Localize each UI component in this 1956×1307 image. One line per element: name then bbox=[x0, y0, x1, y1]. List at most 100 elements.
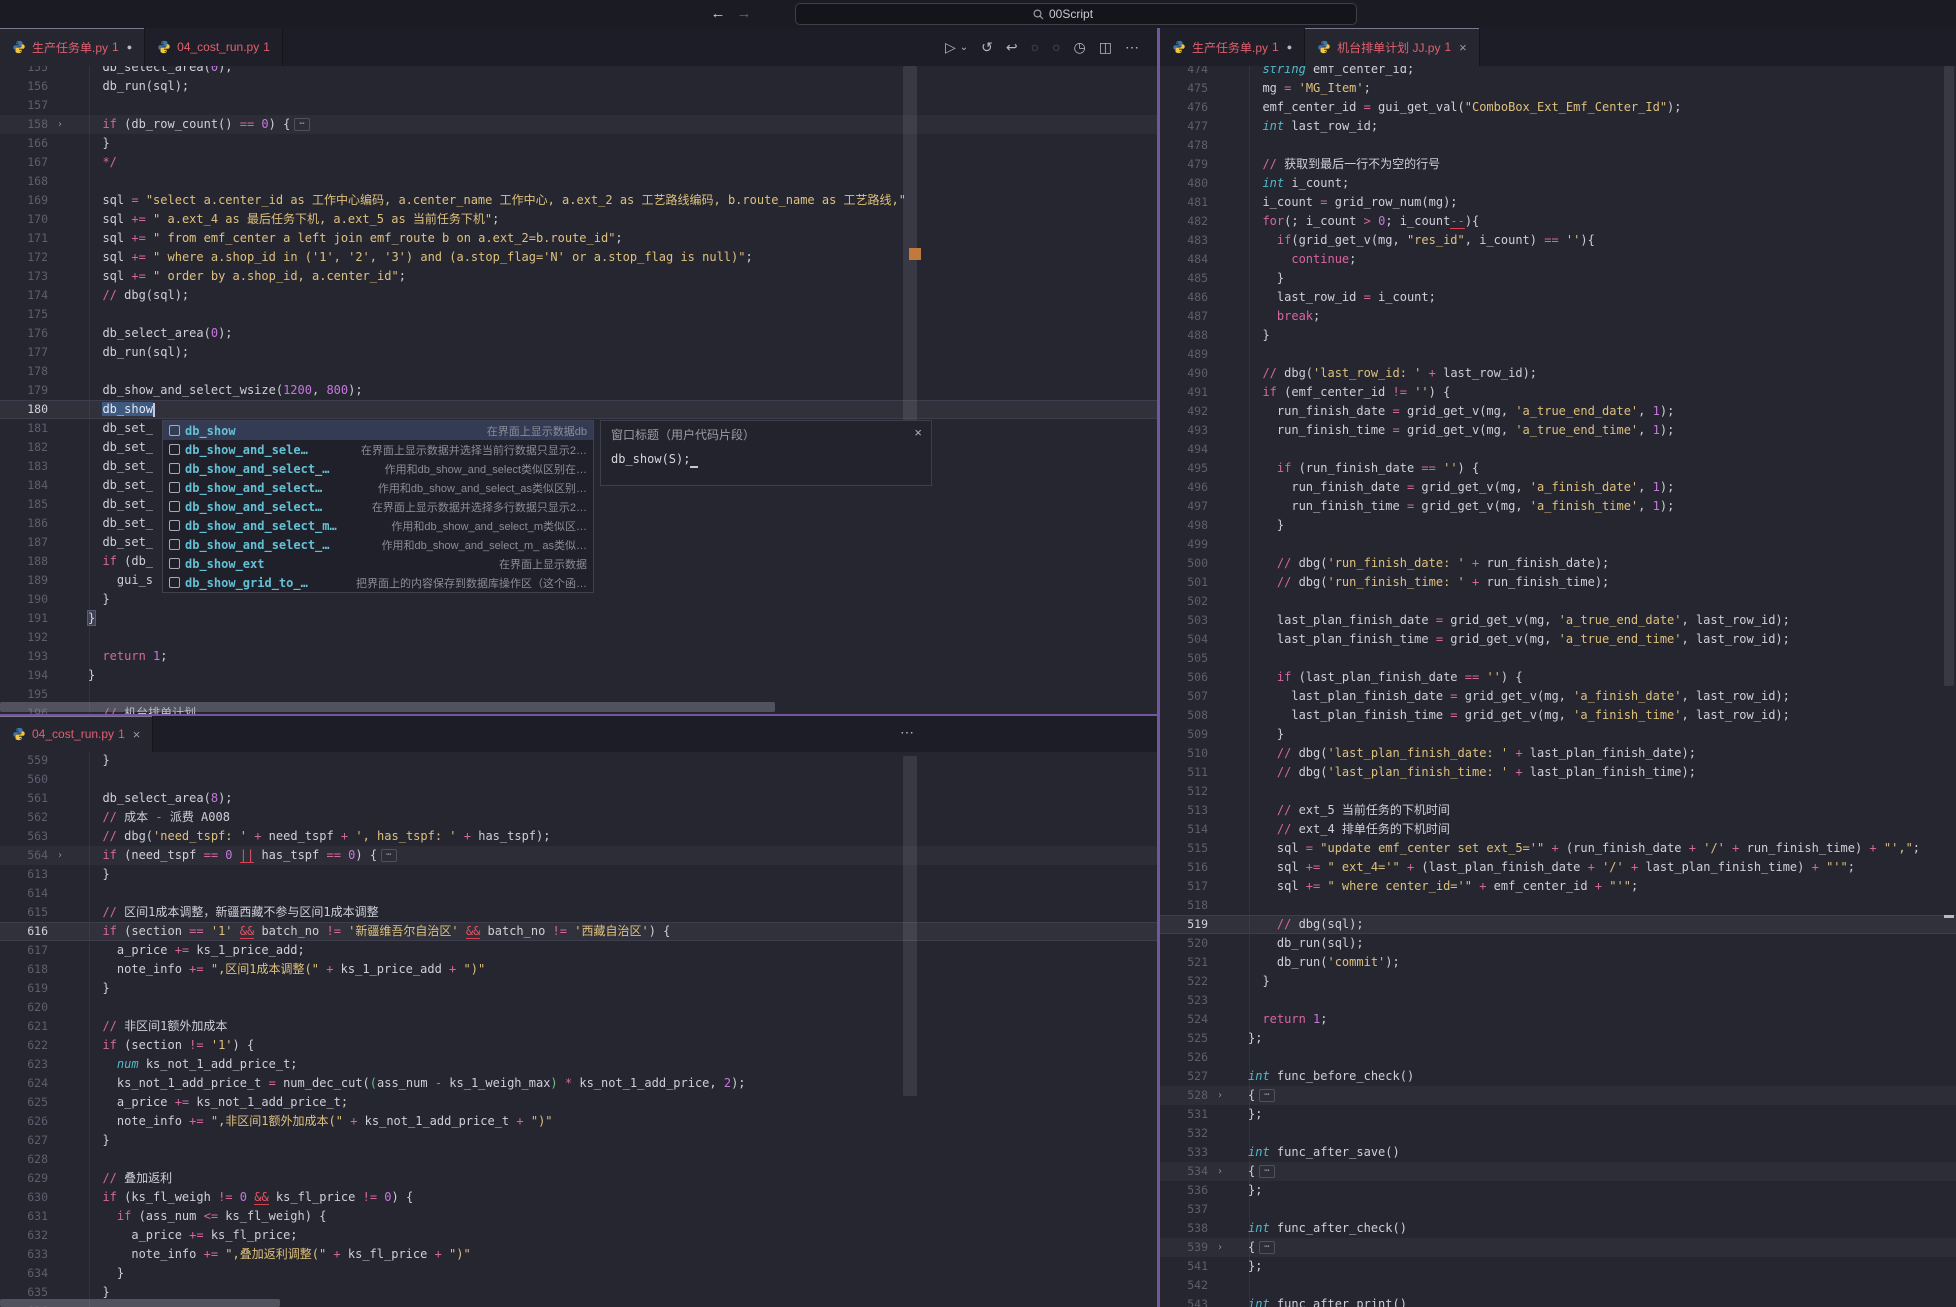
code-line-509[interactable]: 509 } bbox=[1160, 725, 1956, 744]
line-number[interactable]: 497 bbox=[1160, 497, 1208, 516]
line-number[interactable]: 528 bbox=[1160, 1086, 1208, 1105]
folded-code-icon[interactable]: ⋯ bbox=[381, 849, 396, 862]
line-number[interactable]: 505 bbox=[1160, 649, 1208, 668]
code-line-625[interactable]: 625 a_price += ks_not_1_add_price_t; bbox=[0, 1093, 1157, 1112]
code-line-511[interactable]: 511 // dbg('last_plan_finish_time: ' + l… bbox=[1160, 763, 1956, 782]
close-icon[interactable]: × bbox=[1459, 40, 1467, 55]
line-number[interactable]: 486 bbox=[1160, 288, 1208, 307]
code-line-513[interactable]: 513 // ext_5 当前任务的下机时间 bbox=[1160, 801, 1956, 820]
code-line-520[interactable]: 520 db_run(sql); bbox=[1160, 934, 1956, 953]
code-line-484[interactable]: 484 continue; bbox=[1160, 250, 1956, 269]
close-icon[interactable]: × bbox=[914, 425, 922, 440]
editor-left-bottom[interactable]: 559 }560561 db_select_area(8);562 // 成本 … bbox=[0, 752, 1157, 1307]
line-number[interactable]: 483 bbox=[1160, 231, 1208, 250]
code-line-626[interactable]: 626 note_info += ",非区间1额外加成本(" + ks_not_… bbox=[0, 1112, 1157, 1131]
line-number[interactable]: 509 bbox=[1160, 725, 1208, 744]
code-line-525[interactable]: 525}; bbox=[1160, 1029, 1956, 1048]
suggestion-item-db_show_ext[interactable]: db_show_ext在界面上显示数据 bbox=[163, 554, 593, 573]
code-line-194[interactable]: 194} bbox=[0, 666, 1157, 685]
code-line-523[interactable]: 523 bbox=[1160, 991, 1956, 1010]
line-number[interactable]: 479 bbox=[1160, 155, 1208, 174]
line-number[interactable]: 481 bbox=[1160, 193, 1208, 212]
line-number[interactable]: 518 bbox=[1160, 896, 1208, 915]
code-line-492[interactable]: 492 run_finish_date = grid_get_v(mg, 'a_… bbox=[1160, 402, 1956, 421]
line-number[interactable]: 484 bbox=[1160, 250, 1208, 269]
code-line-506[interactable]: 506 if (last_plan_finish_date == '') { bbox=[1160, 668, 1956, 687]
line-number[interactable]: 507 bbox=[1160, 687, 1208, 706]
suggestion-item-db_show_and_select[interactable]: db_show_and_select…在界面上显示数据并选择多行数据只显示2… bbox=[163, 497, 593, 516]
code-line-487[interactable]: 487 break; bbox=[1160, 307, 1956, 326]
split-editor-icon[interactable]: ◫ bbox=[1099, 39, 1112, 56]
nav-forward-arrow[interactable]: → bbox=[731, 0, 757, 28]
code-line-519[interactable]: 519 // dbg(sql); bbox=[1160, 915, 1956, 934]
code-line-172[interactable]: 172 sql += " where a.shop_id in ('1', '2… bbox=[0, 248, 1157, 267]
line-number[interactable]: 478 bbox=[1160, 136, 1208, 155]
line-number[interactable]: 536 bbox=[1160, 1181, 1208, 1200]
line-number[interactable]: 538 bbox=[1160, 1219, 1208, 1238]
line-number[interactable]: 616 bbox=[0, 922, 48, 941]
line-number[interactable]: 617 bbox=[0, 941, 48, 960]
code-line-538[interactable]: 538int func_after_check() bbox=[1160, 1219, 1956, 1238]
code-line-631[interactable]: 631 if (ass_num <= ks_fl_weigh) { bbox=[0, 1207, 1157, 1226]
code-line-496[interactable]: 496 run_finish_date = grid_get_v(mg, 'a_… bbox=[1160, 478, 1956, 497]
code-line-528[interactable]: 528›{⋯ bbox=[1160, 1086, 1956, 1105]
line-number[interactable]: 499 bbox=[1160, 535, 1208, 554]
tab-04_cost_run.py[interactable]: 04_cost_run.py1 bbox=[145, 28, 283, 66]
line-number[interactable]: 182 bbox=[0, 438, 48, 457]
line-number[interactable]: 491 bbox=[1160, 383, 1208, 402]
code-line-563[interactable]: 563 // dbg('need_tspf: ' + need_tspf + '… bbox=[0, 827, 1157, 846]
tab-机台排单计划 JJ.py[interactable]: 机台排单计划 JJ.py1× bbox=[1305, 28, 1480, 66]
code-line-479[interactable]: 479 // 获取到最后一行不为空的行号 bbox=[1160, 155, 1956, 174]
line-number[interactable]: 512 bbox=[1160, 782, 1208, 801]
line-number[interactable]: 494 bbox=[1160, 440, 1208, 459]
line-number[interactable]: 506 bbox=[1160, 668, 1208, 687]
line-number[interactable]: 178 bbox=[0, 362, 48, 381]
line-number[interactable]: 174 bbox=[0, 286, 48, 305]
line-number[interactable]: 485 bbox=[1160, 269, 1208, 288]
line-number[interactable]: 631 bbox=[0, 1207, 48, 1226]
code-line-491[interactable]: 491 if (emf_center_id != '') { bbox=[1160, 383, 1956, 402]
folded-code-icon[interactable]: ⋯ bbox=[1259, 1241, 1274, 1254]
nav-back-arrow[interactable]: ← bbox=[705, 0, 731, 28]
fold-chevron-icon[interactable]: › bbox=[1208, 1086, 1232, 1105]
line-number[interactable]: 543 bbox=[1160, 1295, 1208, 1307]
code-line-493[interactable]: 493 run_finish_time = grid_get_v(mg, 'a_… bbox=[1160, 421, 1956, 440]
code-line-539[interactable]: 539›{⋯ bbox=[1160, 1238, 1956, 1257]
code-line-485[interactable]: 485 } bbox=[1160, 269, 1956, 288]
code-line-490[interactable]: 490 // dbg('last_row_id: ' + last_row_id… bbox=[1160, 364, 1956, 383]
fold-chevron-icon[interactable]: › bbox=[48, 846, 72, 865]
line-number[interactable]: 510 bbox=[1160, 744, 1208, 763]
code-line-505[interactable]: 505 bbox=[1160, 649, 1956, 668]
code-line-168[interactable]: 168 bbox=[0, 172, 1157, 191]
line-number[interactable]: 187 bbox=[0, 533, 48, 552]
line-number[interactable]: 524 bbox=[1160, 1010, 1208, 1029]
folded-code-icon[interactable]: ⋯ bbox=[1259, 1165, 1274, 1178]
line-number[interactable]: 156 bbox=[0, 77, 48, 96]
code-line-500[interactable]: 500 // dbg('run_finish_date: ' + run_fin… bbox=[1160, 554, 1956, 573]
code-line-619[interactable]: 619 } bbox=[0, 979, 1157, 998]
line-number[interactable]: 532 bbox=[1160, 1124, 1208, 1143]
step-back-icon[interactable]: ↩ bbox=[1006, 39, 1018, 56]
code-line-564[interactable]: 564› if (need_tspf == 0 || has_tspf == 0… bbox=[0, 846, 1157, 865]
line-number[interactable]: 495 bbox=[1160, 459, 1208, 478]
vertical-scrollbar[interactable] bbox=[1944, 66, 1954, 686]
code-line-481[interactable]: 481 i_count = grid_row_num(mg); bbox=[1160, 193, 1956, 212]
code-line-543[interactable]: 543int func_after_print() bbox=[1160, 1295, 1956, 1307]
line-number[interactable]: 537 bbox=[1160, 1200, 1208, 1219]
code-line-522[interactable]: 522 } bbox=[1160, 972, 1956, 991]
tab-生产任务单.py[interactable]: 生产任务单.py1● bbox=[1160, 28, 1305, 66]
horizontal-scrollbar[interactable] bbox=[0, 702, 775, 712]
code-line-618[interactable]: 618 note_info += ",区间1成本调整(" + ks_1_pric… bbox=[0, 960, 1157, 979]
code-line-508[interactable]: 508 last_plan_finish_time = grid_get_v(m… bbox=[1160, 706, 1956, 725]
line-number[interactable]: 521 bbox=[1160, 953, 1208, 972]
horizontal-scrollbar[interactable] bbox=[0, 1299, 280, 1307]
line-number[interactable]: 155 bbox=[0, 66, 48, 77]
line-number[interactable]: 498 bbox=[1160, 516, 1208, 535]
code-line-621[interactable]: 621 // 非区间1额外加成本 bbox=[0, 1017, 1157, 1036]
code-line-613[interactable]: 613 } bbox=[0, 865, 1157, 884]
code-line-541[interactable]: 541}; bbox=[1160, 1257, 1956, 1276]
suggestion-item-db_show_and_sele[interactable]: db_show_and_sele…在界面上显示数据并选择当前行数据只显示2… bbox=[163, 440, 593, 459]
line-number[interactable]: 176 bbox=[0, 324, 48, 343]
code-line-616[interactable]: 616 if (section == '1' && batch_no != '新… bbox=[0, 922, 1157, 941]
fold-chevron-icon[interactable]: › bbox=[1208, 1238, 1232, 1257]
